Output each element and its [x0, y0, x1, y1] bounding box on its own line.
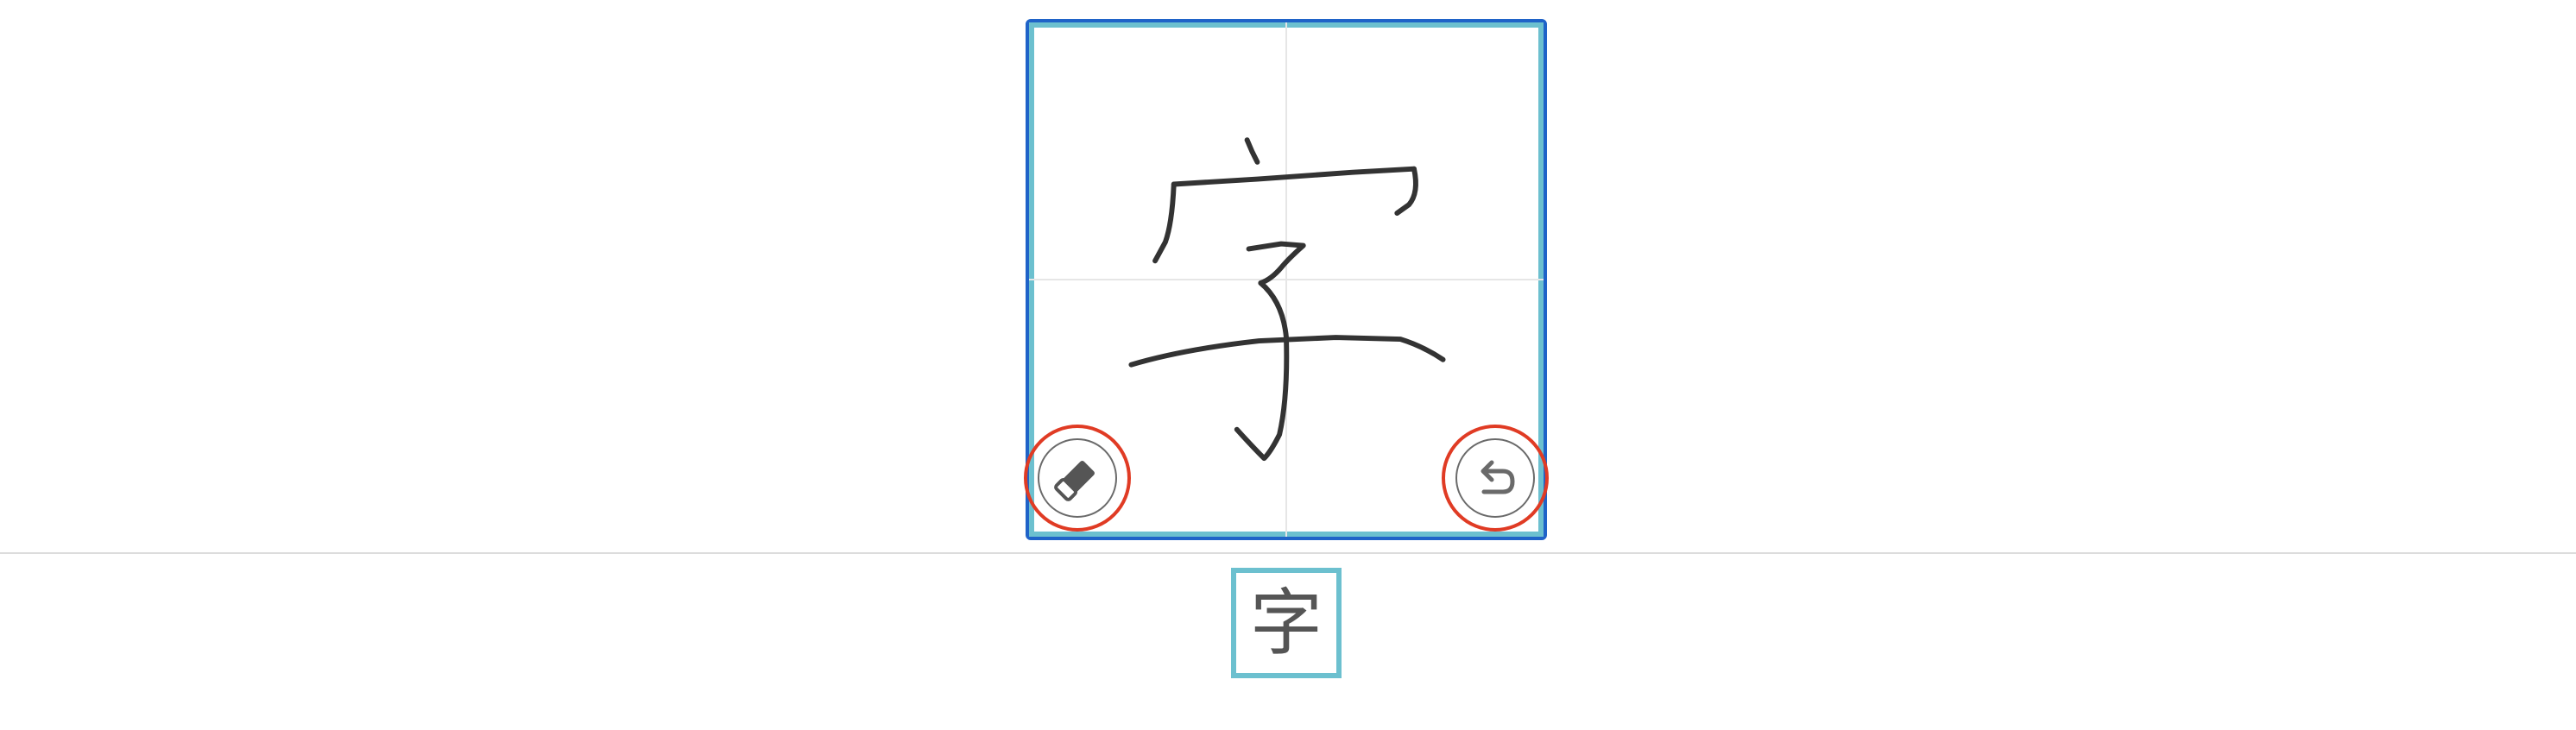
stroke-roof: [1171, 166, 1417, 187]
undo-icon: [1481, 460, 1515, 494]
handwriting-input-panel: 字: [0, 0, 2576, 730]
candidate-character-button[interactable]: 字: [1231, 568, 1342, 678]
stroke-zi-top: [1246, 241, 1306, 286]
stroke-vertical-hook: [1234, 280, 1290, 462]
undo-button[interactable]: [1442, 425, 1549, 532]
stroke-left-hook: [1152, 181, 1177, 264]
eraser-button[interactable]: [1024, 425, 1131, 532]
stroke-dot: [1244, 137, 1260, 165]
stroke-right-hook: [1394, 166, 1418, 216]
divider: [0, 552, 2576, 554]
candidate-character: 字: [1249, 581, 1323, 665]
eraser-icon: [1054, 461, 1095, 501]
